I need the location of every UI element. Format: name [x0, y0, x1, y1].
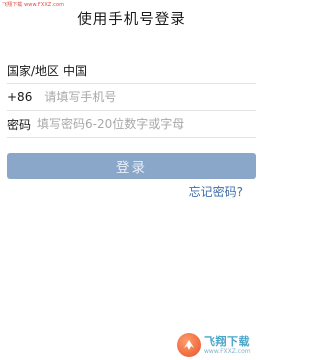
region-value: 中国: [63, 63, 88, 78]
page-title: 使用手机号登录: [77, 12, 186, 28]
brand-watermark: 飞翔下载 www.FXXZ.com: [177, 332, 261, 358]
forgot-password-link[interactable]: 忘记密码?: [189, 183, 243, 200]
brand-name: 飞翔下载: [204, 334, 250, 348]
region-selector[interactable]: 国家/地区 中国: [7, 57, 256, 84]
brand-logo-icon: [177, 333, 201, 357]
password-row: 密码: [7, 111, 256, 138]
country-code[interactable]: +86: [7, 90, 32, 104]
phone-input[interactable]: [44, 90, 256, 104]
region-label: 国家/地区: [7, 63, 60, 78]
brand-url: www.FXXZ.com: [204, 347, 251, 355]
phone-row: +86: [7, 84, 256, 111]
password-input[interactable]: [37, 117, 256, 131]
password-label: 密码: [7, 117, 32, 132]
watermark-top: 飞翔下载 www.FXXZ.com: [2, 2, 65, 8]
login-button[interactable]: 登录: [7, 153, 256, 179]
